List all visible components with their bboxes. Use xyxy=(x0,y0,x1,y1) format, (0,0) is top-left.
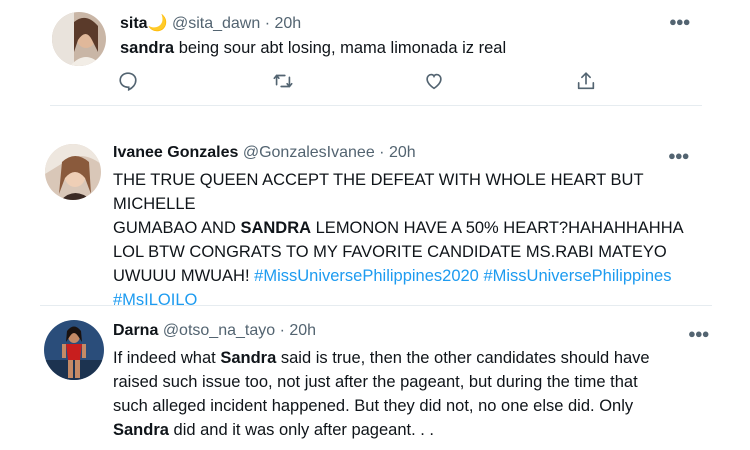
share-icon[interactable] xyxy=(575,70,597,97)
tweet-header: sita🌙 @sita_dawn · 20h xyxy=(120,13,301,33)
avatar[interactable] xyxy=(52,12,106,66)
tweet-actions xyxy=(117,70,617,94)
mention-sandra: Sandra xyxy=(220,349,277,367)
retweet-icon[interactable] xyxy=(272,70,294,97)
more-horizontal-icon[interactable]: ●●● xyxy=(688,326,710,341)
more-horizontal-icon[interactable]: ●●● xyxy=(668,148,690,163)
text-line: UWUUU MWUAH! #MissUniversePhilippines202… xyxy=(113,264,713,288)
more-horizontal-icon[interactable]: ●●● xyxy=(669,14,691,29)
tweet-text-rest: being sour abt losing, mama limonada iz … xyxy=(174,39,507,57)
tweet-text: THE TRUE QUEEN ACCEPT THE DEFEAT WITH WH… xyxy=(113,168,713,312)
text-line: If indeed what Sandra said is true, then… xyxy=(113,346,743,370)
tweet-3[interactable]: Darna @otso_na_tayo · 20h ●●● If indeed … xyxy=(0,306,750,450)
avatar[interactable] xyxy=(44,320,104,380)
text-segment: UWUUU MWUAH! xyxy=(113,267,255,285)
timestamp[interactable]: 20h xyxy=(274,15,301,32)
tweet-header: Darna @otso_na_tayo · 20h xyxy=(113,322,316,340)
tweet-2[interactable]: Ivanee Gonzales @GonzalesIvanee · 20h ●●… xyxy=(0,106,750,309)
text-line: LOL BTW CONGRATS TO MY FAVORITE CANDIDAT… xyxy=(113,243,667,261)
handle[interactable]: @sita_dawn xyxy=(172,15,260,32)
text-line: Sandra did and it was only after pageant… xyxy=(113,418,743,442)
text-line: raised such issue too, not just after th… xyxy=(113,373,638,391)
text-line: GUMABAO AND SANDRA LEMONON HAVE A 50% HE… xyxy=(113,216,713,240)
handle[interactable]: @GonzalesIvanee xyxy=(243,144,375,161)
text-line: such alleged incident happened. But they… xyxy=(113,397,634,415)
separator: · xyxy=(279,322,285,339)
timestamp[interactable]: 20h xyxy=(289,322,316,339)
heart-icon[interactable] xyxy=(423,70,445,97)
hashtag-link[interactable]: #MissUniversePhilippines2020 xyxy=(254,267,479,285)
display-name[interactable]: Ivanee Gonzales xyxy=(113,144,238,161)
tweet-1[interactable]: sita🌙 @sita_dawn · 20h ●●● sandra being … xyxy=(0,0,750,106)
hashtag-link[interactable]: #MissUniversePhilippines xyxy=(483,267,671,285)
text-line: THE TRUE QUEEN ACCEPT THE DEFEAT WITH WH… xyxy=(113,171,644,213)
text-segment: GUMABAO AND xyxy=(113,219,241,237)
text-segment: If indeed what xyxy=(113,349,221,367)
timestamp[interactable]: 20h xyxy=(389,144,416,161)
handle[interactable]: @otso_na_tayo xyxy=(163,322,275,339)
display-name[interactable]: sita🌙 xyxy=(120,15,168,32)
display-name[interactable]: Darna xyxy=(113,322,158,339)
separator: · xyxy=(264,15,271,32)
mention-sandra: SANDRA xyxy=(240,219,312,237)
text-segment: LEMONON HAVE A 50% HEART?HAHAHHAHHA xyxy=(311,219,684,237)
separator: · xyxy=(379,144,385,161)
text-segment: said is true, then the other candidates … xyxy=(276,349,650,367)
tweet-text: If indeed what Sandra said is true, then… xyxy=(113,346,743,442)
text-segment: did and it was only after pageant. . . xyxy=(168,421,435,439)
mention-sandra: Sandra xyxy=(113,421,169,439)
mention-sandra: sandra xyxy=(120,39,175,57)
moon-emoji: 🌙 xyxy=(147,15,168,32)
avatar[interactable] xyxy=(45,144,101,200)
tweet-header: Ivanee Gonzales @GonzalesIvanee · 20h xyxy=(113,144,416,162)
tweet-text: sandra being sour abt losing, mama limon… xyxy=(120,36,506,60)
reply-icon[interactable] xyxy=(117,70,139,97)
